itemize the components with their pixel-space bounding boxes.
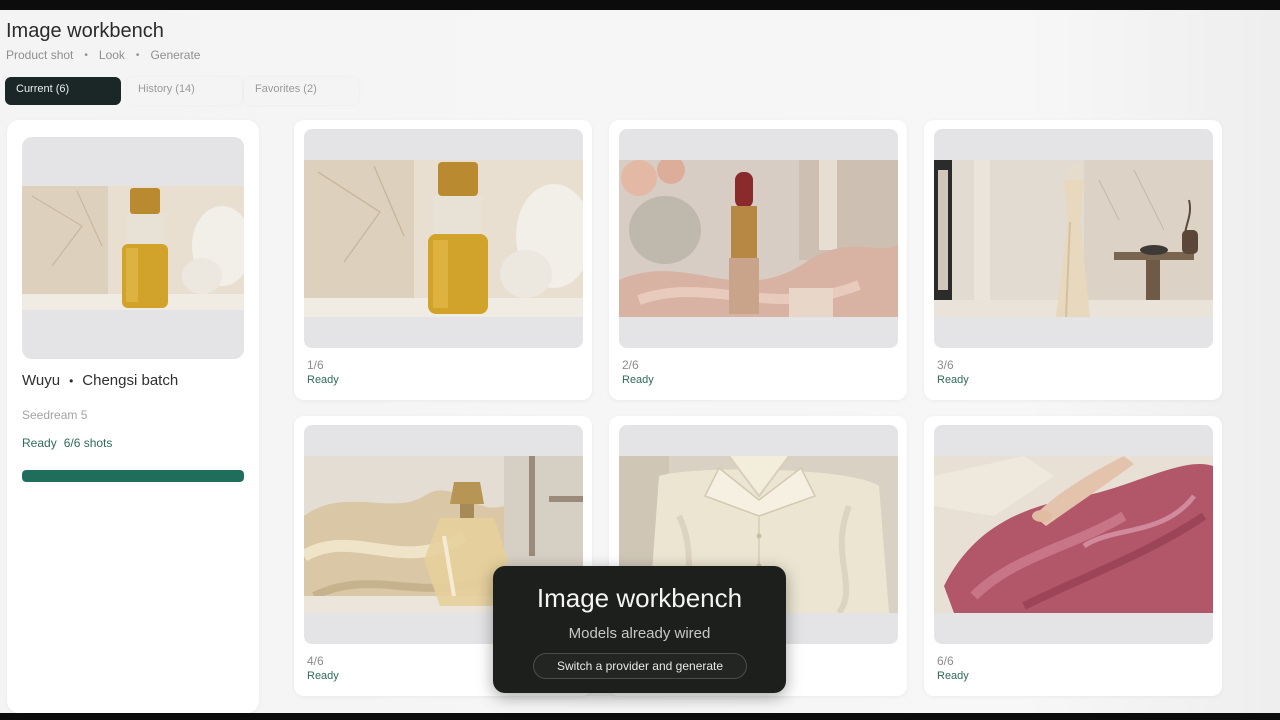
- satin-gown-image: [934, 160, 1213, 317]
- breadcrumb-look[interactable]: Look: [99, 48, 125, 62]
- shot-card-2[interactable]: 2/6 Ready: [609, 120, 907, 400]
- shot-index: 2/6: [622, 358, 639, 372]
- workbench-toast: Image workbench Models already wired Swi…: [493, 566, 786, 693]
- shot-index: 6/6: [937, 654, 954, 668]
- switch-provider-button[interactable]: Switch a provider and generate: [533, 653, 747, 679]
- batch-summary-panel: Wuyu • Chengsi batch Seedream 5 Ready 6/…: [7, 120, 259, 713]
- shot-card-6[interactable]: 6/6 Ready: [924, 416, 1222, 696]
- shot-thumbnail[interactable]: [934, 425, 1213, 644]
- batch-model: Seedream 5: [22, 408, 88, 422]
- breadcrumb-separator: •: [135, 49, 140, 61]
- toast-title: Image workbench: [536, 583, 743, 613]
- breadcrumb-separator: •: [84, 49, 88, 61]
- batch-status-label: Ready: [22, 436, 57, 450]
- tab-current[interactable]: Current (6): [5, 77, 121, 105]
- batch-progress-fill: [22, 470, 244, 482]
- tab-history[interactable]: History (14): [127, 77, 242, 105]
- shot-card-3[interactable]: 3/6 Ready: [924, 120, 1222, 400]
- shot-status: Ready: [307, 670, 339, 682]
- batch-brand: Wuyu: [22, 372, 61, 389]
- shot-index: 4/6: [307, 654, 324, 668]
- batch-progress-bar: [22, 470, 244, 482]
- serum-bottle-image: [304, 160, 583, 317]
- batch-title: Chengsi batch: [82, 372, 179, 389]
- lipstick-image: [619, 160, 898, 317]
- tab-favorites[interactable]: Favorites (2): [244, 77, 359, 105]
- page-title: Image workbench: [6, 20, 164, 42]
- batch-status: Ready 6/6 shots: [22, 436, 112, 450]
- toast-subtitle: Models already wired: [568, 625, 711, 642]
- shot-status: Ready: [622, 374, 654, 386]
- batch-shot-count: 6/6 shots: [63, 436, 113, 450]
- batch-name: Wuyu • Chengsi batch: [22, 372, 178, 389]
- shot-index: 3/6: [937, 358, 954, 372]
- shot-status: Ready: [937, 670, 969, 682]
- rose-silk-image: [934, 456, 1213, 613]
- breadcrumb: Product shot • Look • Generate: [6, 48, 200, 62]
- shot-status: Ready: [937, 374, 969, 386]
- shot-card-1[interactable]: 1/6 Ready: [294, 120, 592, 400]
- shot-status: Ready: [307, 374, 339, 386]
- breadcrumb-generate[interactable]: Generate: [150, 48, 200, 62]
- breadcrumb-product-shot[interactable]: Product shot: [6, 48, 73, 62]
- view-tabs: Current (6) History (14) Favorites (2): [5, 77, 359, 105]
- serum-bottle-image: [22, 186, 244, 310]
- shot-index: 1/6: [307, 358, 324, 372]
- name-separator: •: [69, 373, 74, 388]
- shot-thumbnail[interactable]: [304, 129, 583, 348]
- batch-thumbnail[interactable]: [22, 137, 244, 359]
- shot-thumbnail[interactable]: [619, 129, 898, 348]
- shot-thumbnail[interactable]: [934, 129, 1213, 348]
